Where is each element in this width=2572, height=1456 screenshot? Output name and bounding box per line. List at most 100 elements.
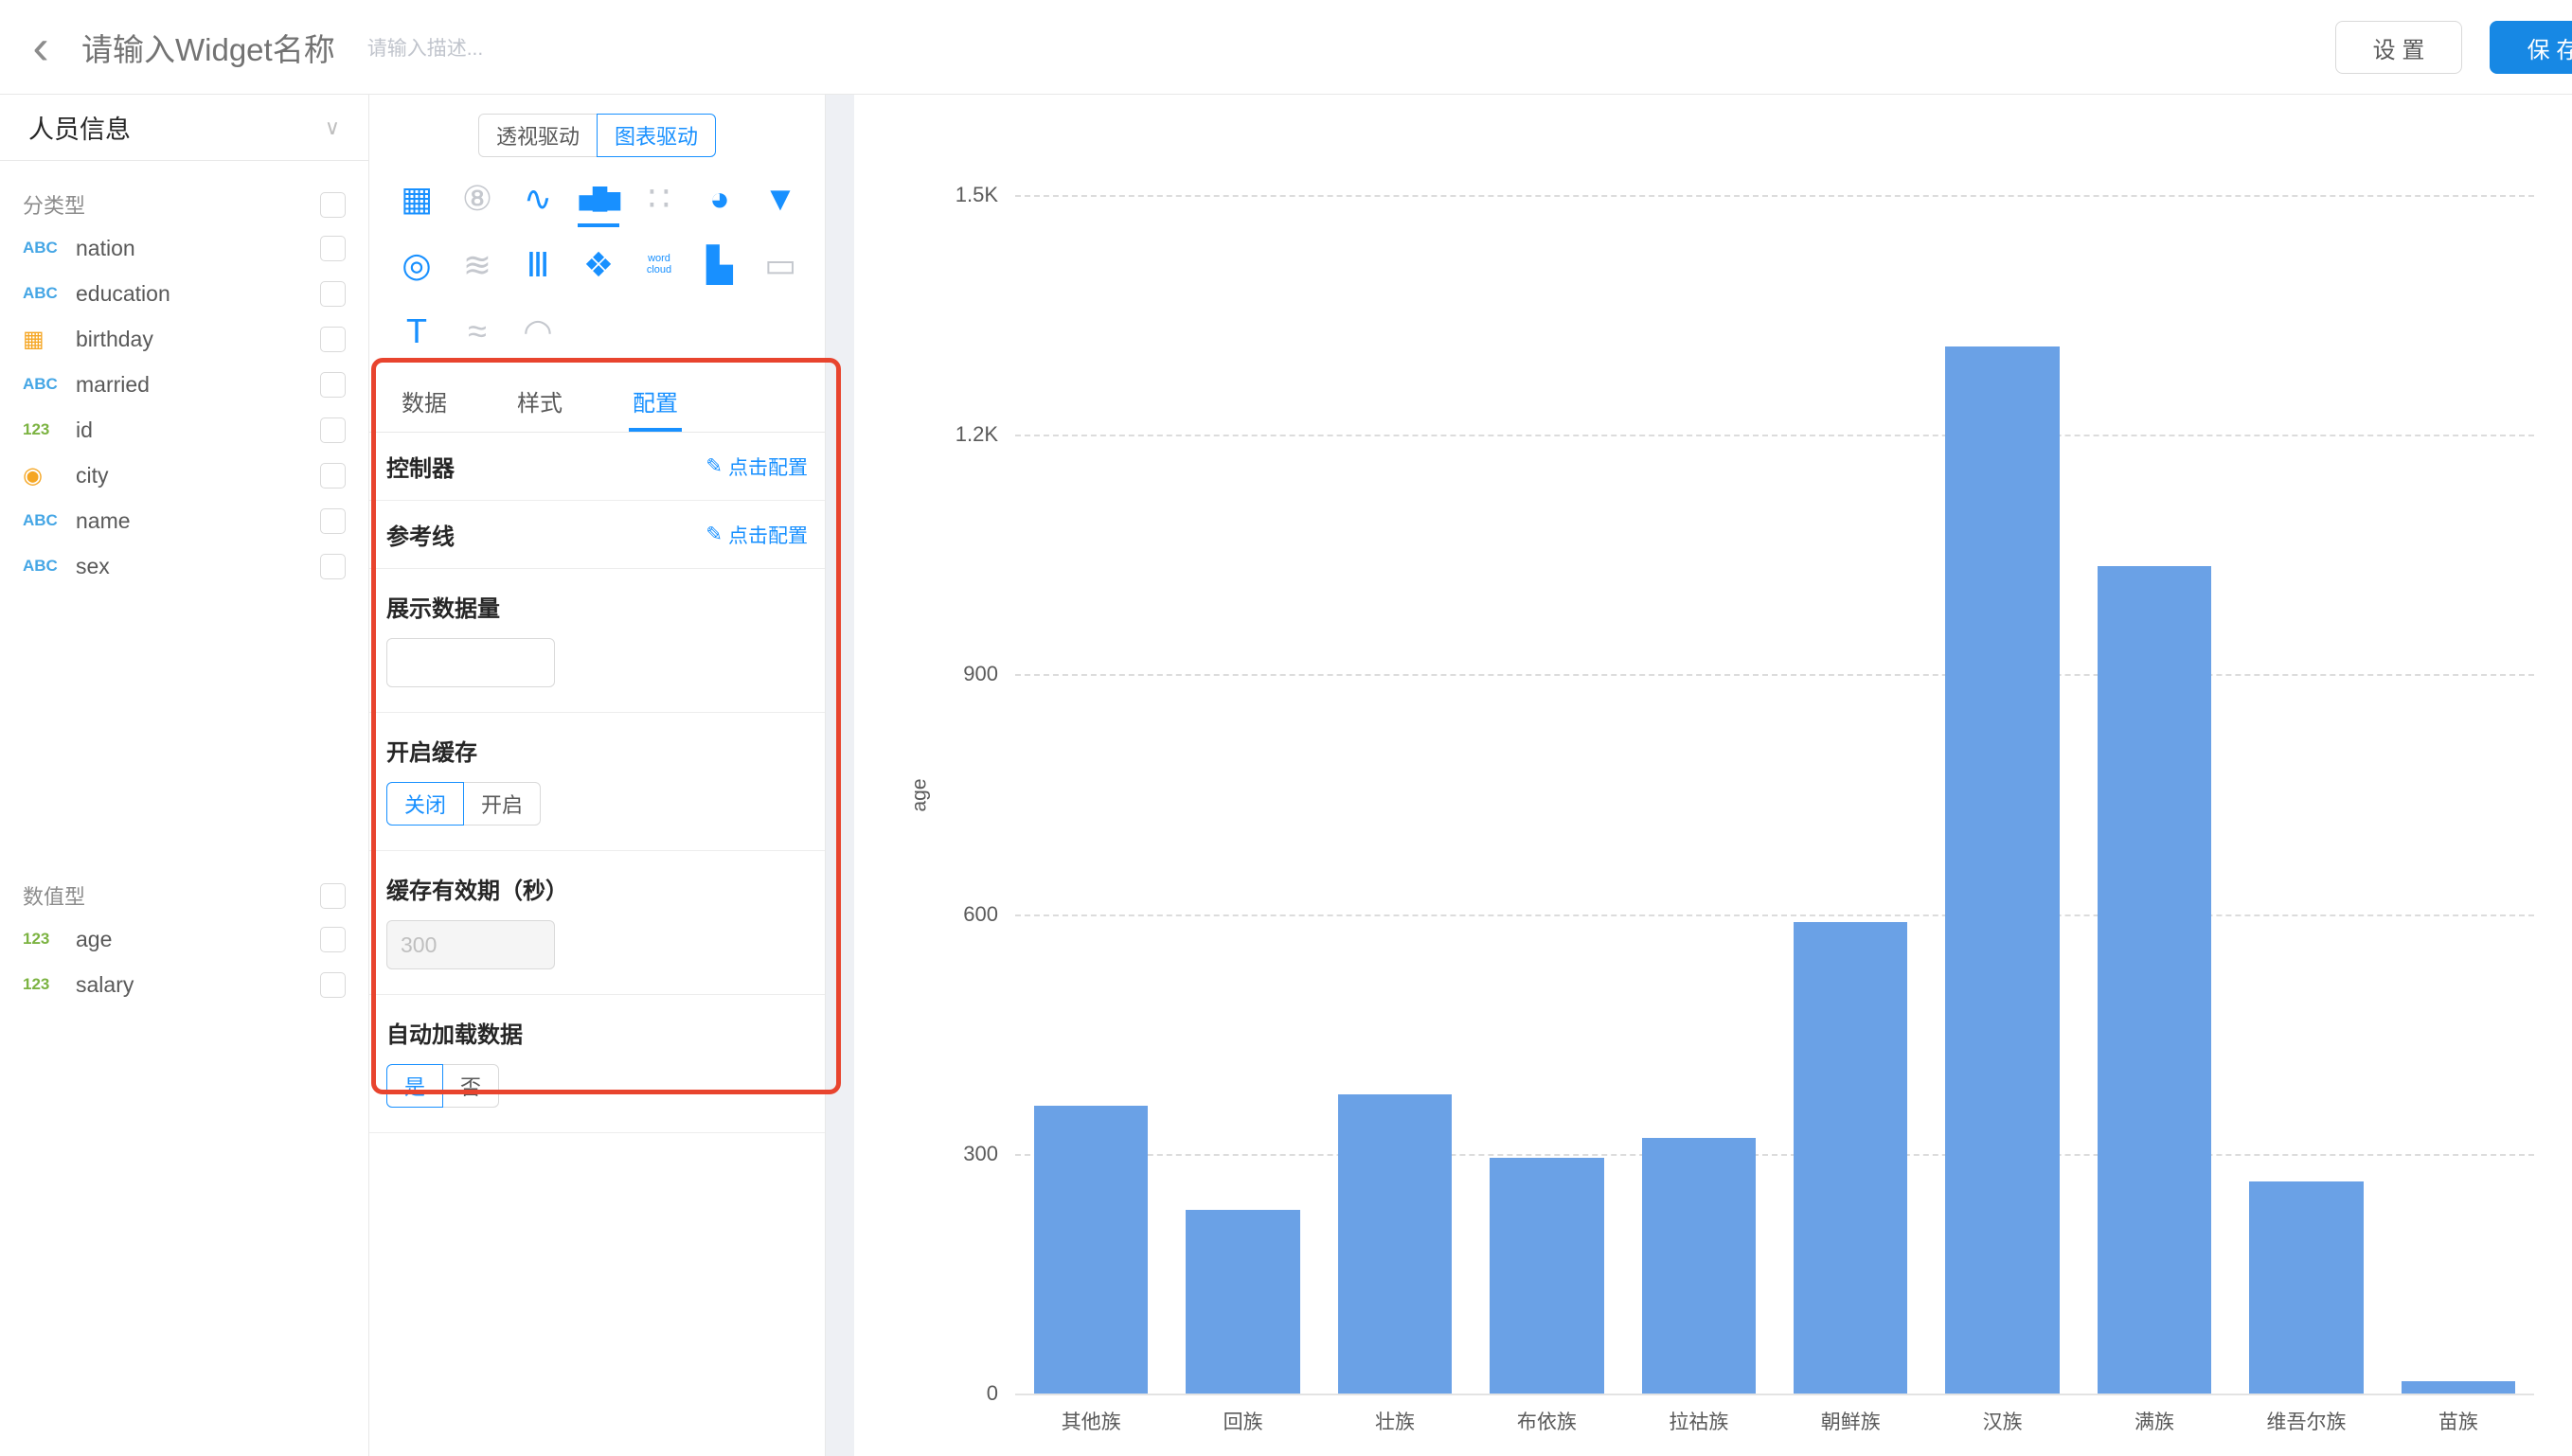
field-row[interactable]: ABCeducation: [0, 271, 368, 316]
tab-data[interactable]: 数据: [398, 371, 451, 432]
dataset-header[interactable]: 人员信息 ∨: [0, 95, 368, 161]
field-checkbox[interactable]: [320, 554, 346, 579]
field-row[interactable]: ABCmarried: [0, 362, 368, 407]
tab-style[interactable]: 样式: [513, 371, 566, 432]
field-label: education: [76, 281, 320, 307]
bar-band: 壮族: [1319, 195, 1471, 1394]
back-button[interactable]: ‹: [0, 0, 81, 95]
field-checkbox[interactable]: [320, 463, 346, 488]
field-row[interactable]: ◉city: [0, 453, 368, 498]
pivot-drive-button[interactable]: 透视驱动: [478, 114, 598, 157]
x-axis-label: 朝鲜族: [1775, 1407, 1926, 1435]
cache-ttl-input[interactable]: [386, 920, 555, 969]
field-checkbox[interactable]: [320, 327, 346, 352]
bar[interactable]: [1794, 922, 1907, 1394]
iframe-icon[interactable]: ▭: [750, 239, 811, 292]
cache-option[interactable]: 关闭: [386, 782, 464, 826]
parallel-chart-icon[interactable]: Ⅲ: [508, 239, 568, 292]
richtext-icon[interactable]: T: [386, 305, 447, 358]
gauge-chart-icon[interactable]: ◠: [508, 305, 568, 358]
funnel-chart-icon[interactable]: ▼: [750, 172, 811, 225]
cache-option[interactable]: 开启: [463, 782, 541, 826]
x-axis-label: 拉祜族: [1623, 1407, 1775, 1435]
header-actions: 设 置 保 存: [2335, 0, 2572, 95]
controller-configure-link[interactable]: ✎ 点击配置: [706, 453, 808, 481]
field-row[interactable]: 123id: [0, 407, 368, 453]
field-row[interactable]: ABCname: [0, 498, 368, 543]
bar[interactable]: [1945, 346, 2059, 1394]
chart-drive-button[interactable]: 图表驱动: [597, 114, 716, 157]
section-title-row: 数值型: [0, 875, 368, 916]
config-panel: 透视驱动图表驱动 ▦⑧∿▅█▆∷◕▼ ◎≋Ⅲ❖word cloud▙▭ T≈◠ 数据…: [369, 95, 826, 1456]
bar[interactable]: [1490, 1158, 1603, 1394]
bar[interactable]: [1186, 1210, 1299, 1394]
field-checkbox[interactable]: [320, 972, 346, 998]
bar-chart-icon[interactable]: ▅█▆: [568, 172, 629, 225]
field-row[interactable]: 123age: [0, 916, 368, 962]
field-checkbox[interactable]: [320, 236, 346, 261]
display-count-input[interactable]: [386, 638, 555, 687]
bar[interactable]: [2249, 1181, 2363, 1394]
pie-chart-icon[interactable]: ◕: [689, 172, 750, 225]
scorecard-icon[interactable]: ⑧: [447, 172, 508, 225]
bar[interactable]: [2402, 1381, 2515, 1394]
field-row[interactable]: ABCnation: [0, 225, 368, 271]
bar[interactable]: [1338, 1094, 1452, 1394]
autoload-option[interactable]: 否: [442, 1064, 499, 1108]
field-row[interactable]: ▦birthday: [0, 316, 368, 362]
widget-desc-input[interactable]: 请输入描述...: [367, 33, 484, 62]
x-axis-label: 回族: [1167, 1407, 1318, 1435]
field-label: nation: [76, 236, 320, 261]
dataset-name: 人员信息: [28, 109, 131, 146]
cache-row: 开启缓存 关闭开启: [369, 713, 825, 851]
radar-chart-icon[interactable]: ◎: [386, 239, 447, 292]
china-map-icon[interactable]: ❖: [568, 239, 629, 292]
bar[interactable]: [1034, 1106, 1148, 1394]
reference-line-configure-link[interactable]: ✎ 点击配置: [706, 521, 808, 549]
x-axis-label: 壮族: [1319, 1407, 1471, 1435]
field-row[interactable]: 123salary: [0, 962, 368, 1007]
display-count-label: 展示数据量: [386, 590, 808, 623]
y-tick-label: 1.2K: [956, 422, 998, 447]
field-label: id: [76, 417, 320, 443]
line-chart-icon[interactable]: ∿: [508, 172, 568, 225]
field-checkbox[interactable]: [320, 372, 346, 398]
tab-config[interactable]: 配置: [629, 371, 682, 432]
waterfall-chart-icon[interactable]: ▙: [689, 239, 750, 292]
table-chart-icon[interactable]: ▦: [386, 172, 447, 225]
field-checkbox[interactable]: [320, 281, 346, 307]
bar[interactable]: [2098, 566, 2211, 1394]
config-tab-content: 控制器 ✎ 点击配置 参考线 ✎ 点击配置 展示数据量 开启缓存 关闭开启 缓存…: [369, 433, 825, 1133]
save-button[interactable]: 保 存: [2490, 21, 2572, 74]
reference-line-configure-label: 点击配置: [728, 521, 808, 549]
location-icon: ◉: [23, 462, 76, 489]
autoload-option[interactable]: 是: [386, 1064, 443, 1108]
controller-label: 控制器: [386, 450, 455, 483]
pencil-icon: ✎: [706, 454, 723, 478]
field-row[interactable]: ABCsex: [0, 543, 368, 589]
chart-area: age 03006009001.2K1.5K其他族回族壮族布依族拉祜族朝鲜族汉族…: [854, 95, 2572, 1456]
field-checkbox[interactable]: [320, 508, 346, 534]
mode-toggle: 透视驱动图表驱动: [369, 114, 825, 157]
field-sidebar: 人员信息 ∨ 分类型ABCnationABCeducation▦birthday…: [0, 95, 369, 1456]
double-axis-chart-icon[interactable]: ≈: [447, 305, 508, 358]
field-checkbox[interactable]: [320, 927, 346, 952]
sankey-chart-icon[interactable]: ≋: [447, 239, 508, 292]
x-axis-label: 其他族: [1015, 1407, 1167, 1435]
settings-button[interactable]: 设 置: [2335, 21, 2462, 74]
wordcloud-chart-icon[interactable]: word cloud: [629, 239, 689, 292]
x-axis-label: 满族: [2079, 1407, 2230, 1435]
section-checkbox[interactable]: [320, 883, 346, 909]
widget-name-input[interactable]: 请输入Widget名称: [81, 25, 335, 70]
x-axis-label: 布依族: [1471, 1407, 1622, 1435]
section-checkbox[interactable]: [320, 192, 346, 218]
scatter-chart-icon[interactable]: ∷: [629, 172, 689, 225]
autoload-toggle: 是否: [386, 1064, 499, 1108]
controller-configure-label: 点击配置: [728, 453, 808, 481]
field-label: salary: [76, 972, 320, 998]
autoload-label: 自动加载数据: [386, 1016, 808, 1049]
field-checkbox[interactable]: [320, 417, 346, 443]
field-label: age: [76, 927, 320, 952]
y-tick-label: 0: [987, 1381, 998, 1406]
bar[interactable]: [1642, 1138, 1756, 1394]
